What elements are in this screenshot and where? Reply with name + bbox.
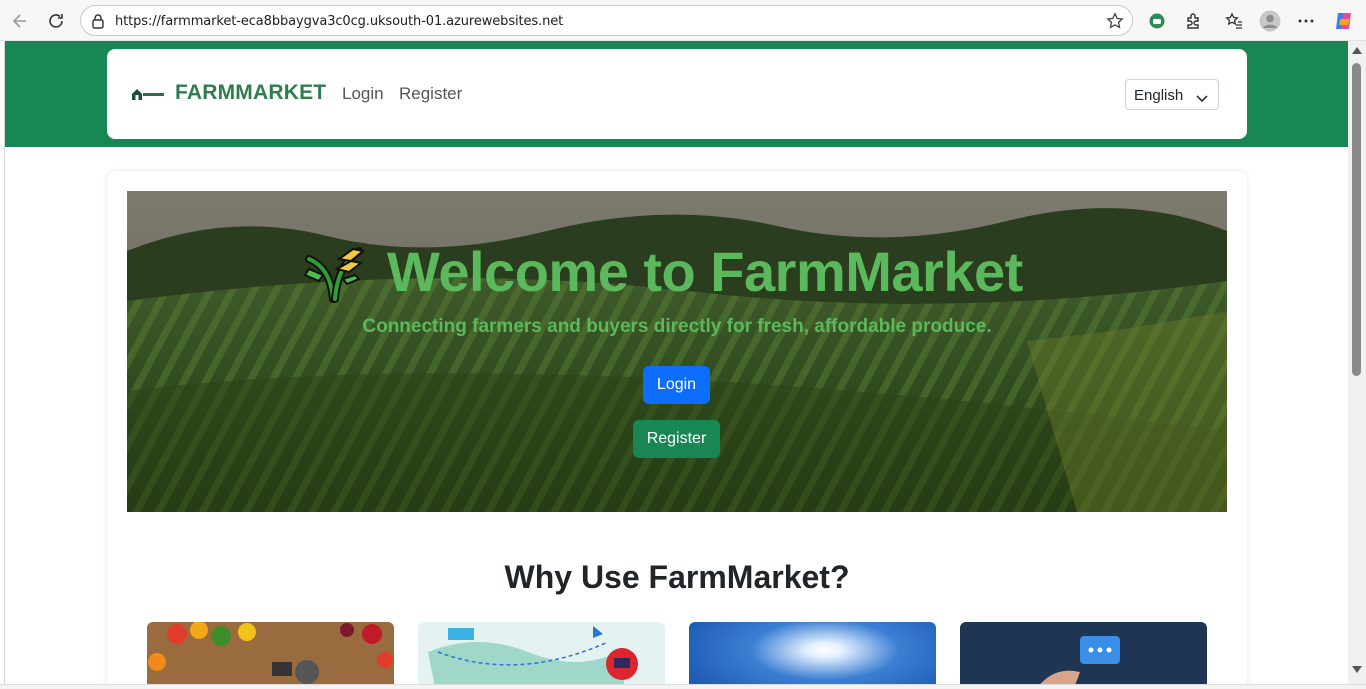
- feature-image-chat: [960, 622, 1207, 684]
- feature-image-map: [418, 622, 665, 684]
- favorites-icon[interactable]: [1222, 9, 1246, 33]
- puzzle-icon[interactable]: [1181, 9, 1205, 33]
- back-icon[interactable]: [7, 8, 33, 34]
- feature-image-sky: [689, 622, 936, 684]
- refresh-icon[interactable]: [43, 8, 69, 34]
- features-title: Why Use FarmMarket?: [504, 559, 850, 595]
- language-value: English: [1134, 87, 1184, 104]
- chevron-down-icon: [1196, 90, 1208, 107]
- scroll-down-arrow-icon[interactable]: [1352, 666, 1362, 673]
- scroll-up-arrow-icon[interactable]: [1352, 47, 1362, 54]
- star-icon[interactable]: [1106, 12, 1124, 35]
- browser-toolbar: https://farmmarket-eca8bbaygva3c0cg.ukso…: [0, 0, 1366, 41]
- copilot-icon[interactable]: [1332, 9, 1356, 33]
- wheat-logo-icon: [303, 237, 367, 303]
- hero-login-button[interactable]: Login: [643, 366, 710, 404]
- copilot-extension-icon[interactable]: [1145, 9, 1169, 33]
- hero-title: Welcome to FarmMarket: [387, 240, 1023, 303]
- page-scrollbar[interactable]: [1348, 41, 1366, 684]
- url-text[interactable]: https://farmmarket-eca8bbaygva3c0cg.ukso…: [115, 14, 563, 29]
- window-bottom-edge: [0, 684, 1366, 689]
- farmmarket-logo-icon[interactable]: [131, 87, 165, 101]
- navbar: FARMMARKET Login Register English: [107, 49, 1247, 139]
- nav-register-link[interactable]: Register: [399, 84, 462, 104]
- more-icon[interactable]: [1294, 9, 1318, 33]
- hero-register-button[interactable]: Register: [633, 420, 720, 458]
- brand-name[interactable]: FARMMARKET: [175, 81, 326, 105]
- language-select[interactable]: English: [1125, 79, 1219, 110]
- feature-image-produce: [147, 622, 394, 684]
- lock-icon[interactable]: [91, 13, 105, 34]
- nav-login-link[interactable]: Login: [342, 84, 384, 104]
- scrollbar-thumb[interactable]: [1352, 63, 1361, 376]
- hero-subtitle: Connecting farmers and buyers directly f…: [362, 316, 992, 337]
- address-bar[interactable]: https://farmmarket-eca8bbaygva3c0cg.ukso…: [80, 5, 1133, 36]
- profile-icon[interactable]: [1258, 9, 1282, 33]
- main-card: Welcome to FarmMarket Connecting farmers…: [107, 171, 1247, 684]
- hero-banner: Welcome to FarmMarket Connecting farmers…: [127, 191, 1227, 512]
- page-viewport: FARMMARKET Login Register English Welcom…: [4, 41, 1348, 684]
